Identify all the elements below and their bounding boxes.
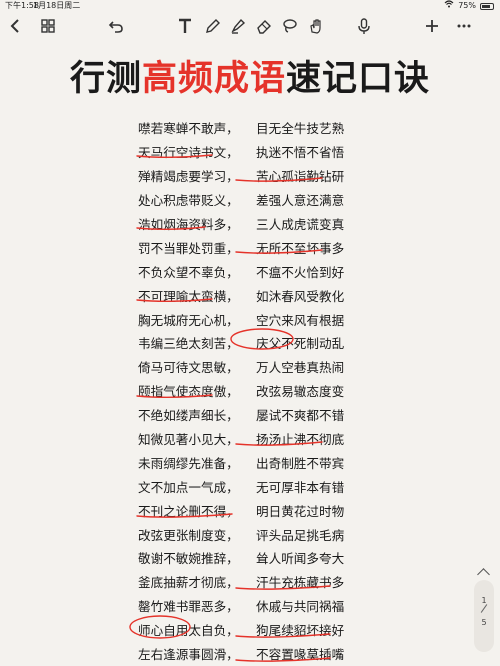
hand-icon[interactable] — [306, 16, 326, 36]
idiom-left: 噤若寒蝉不敢声， — [138, 121, 239, 137]
page-grid-icon[interactable] — [38, 16, 58, 36]
idiom-right: 无可厚非本有错 — [256, 479, 345, 495]
page-total: 5 — [481, 618, 487, 627]
idiom-left: 不负众望不辜负， — [138, 264, 239, 280]
idiom-left: 未雨绸缪先准备， — [138, 455, 239, 471]
idiom-right: 汗牛充栋藏书多 — [256, 575, 345, 591]
idiom-list: 噤若寒蝉不敢声， 目无全牛技艺熟天马行空诗书文， 执迷不悟不省悟殚精竭虑要学习， 苦心… — [138, 116, 378, 665]
idiom-right: 差强人意还满意 — [256, 193, 345, 209]
idiom-left: 左右逢源事圆滑， — [138, 647, 239, 663]
idiom-right: 改弦易辙态度变 — [256, 384, 345, 400]
idiom-row: 不绝如缕声细长， 屡试不爽都不错 — [138, 403, 378, 427]
idiom-left: 知微见著小见大， — [138, 432, 239, 448]
status-right: 75% — [444, 0, 494, 12]
idiom-right: 狗尾续貂坏接好 — [256, 623, 345, 639]
idiom-row: 知微见著小见大， 扬汤止沸不彻底 — [138, 427, 378, 451]
idiom-row: 不负众望不辜负， 不瘟不火恰到好 — [138, 259, 378, 283]
idiom-left: 韦编三绝太刻苦， — [138, 336, 239, 352]
idiom-left: 文不加点一气成， — [138, 479, 239, 495]
idiom-left: 师心自用太自负， — [138, 623, 239, 639]
idiom-left: 不刊之论删不得， — [138, 503, 239, 519]
idiom-right: 扬汤止沸不彻底 — [256, 432, 345, 448]
title-part-1: 行测 — [69, 59, 142, 99]
more-icon[interactable] — [454, 16, 474, 36]
idiom-right: 出奇制胜不带宾 — [256, 455, 345, 471]
status-bar: 下午1:58 1月18日周二 75% — [0, 0, 500, 12]
idiom-left: 天马行空诗书文， — [138, 145, 239, 161]
toolbar — [0, 12, 500, 42]
idiom-row: 颐指气使态度傲， 改弦易辙态度变 — [138, 379, 378, 403]
text-icon[interactable] — [175, 16, 195, 36]
idiom-left: 不绝如缕声细长， — [138, 408, 239, 424]
idiom-row: 文不加点一气成， 无可厚非本有错 — [138, 474, 378, 498]
idiom-row: 不可理喻太蛮横， 如沐春风受教化 — [138, 283, 378, 307]
idiom-row: 天马行空诗书文， 执迷不悟不省悟 — [138, 140, 378, 164]
battery-icon — [480, 2, 494, 10]
add-icon[interactable] — [422, 16, 442, 36]
idiom-row: 胸无城府无心机， 空穴来风有根据 — [138, 307, 378, 331]
idiom-row: 倚马可待文思敏， 万人空巷真热闹 — [138, 355, 378, 379]
status-date: 1月18日周二 — [33, 1, 81, 10]
idiom-left: 颐指气使态度傲， — [138, 384, 239, 400]
idiom-row: 改弦更张制度变， 评头品足挑毛病 — [138, 522, 378, 546]
chevron-up-icon[interactable] — [477, 568, 490, 581]
idiom-left: 处心积虑带贬义， — [138, 193, 239, 209]
microphone-icon[interactable] — [354, 16, 374, 36]
idiom-right: 三人成虎谎变真 — [256, 217, 345, 232]
idiom-right: 耸人听闻多夸大 — [256, 551, 345, 567]
title-part-2: 高频成语 — [141, 59, 286, 99]
page-title: 行测高频成语速记口诀 — [0, 50, 500, 101]
idiom-row: 敬谢不敏婉推辞， 耸人听闻多夸大 — [138, 546, 378, 570]
idiom-right: 不容置喙莫插嘴 — [256, 647, 345, 663]
page-current: 1 — [481, 596, 487, 605]
idiom-right: 评头品足挑毛病 — [256, 527, 345, 543]
idiom-left: 倚马可待文思敏， — [138, 360, 239, 376]
idiom-right: 休戚与共同祸福 — [256, 599, 345, 615]
eraser-icon[interactable] — [254, 16, 274, 36]
idiom-right: 苦心孤诣勤钻研 — [256, 169, 345, 185]
highlighter-icon[interactable] — [228, 16, 248, 36]
idiom-row: 未雨绸缪先准备， 出奇制胜不带宾 — [138, 450, 378, 474]
idiom-row: 不刊之论删不得， 明日黄花过时物 — [138, 498, 378, 522]
idiom-row: 师心自用太自负， 狗尾续貂坏接好 — [138, 618, 378, 642]
idiom-right: 万人空巷真热闹 — [256, 360, 345, 376]
idiom-row: 罚不当罪处罚重， 无所不至坏事多 — [138, 235, 378, 259]
idiom-right: 屡试不爽都不错 — [256, 408, 345, 424]
idiom-left: 改弦更张制度变， — [138, 527, 239, 543]
idiom-left: 殚精竭虑要学习， — [138, 169, 239, 185]
idiom-right: 目无全牛技艺熟 — [256, 121, 345, 137]
idiom-row: 噤若寒蝉不敢声， 目无全牛技艺熟 — [138, 116, 378, 140]
idiom-row: 釜底抽薪才彻底， 汗牛充栋藏书多 — [138, 570, 378, 594]
idiom-left: 敬谢不敏婉推辞， — [138, 551, 239, 567]
battery-percent: 75% — [458, 1, 476, 10]
wifi-icon — [444, 0, 454, 12]
lasso-icon[interactable] — [280, 16, 300, 36]
idiom-row: 韦编三绝太刻苦， 庆父不死制动乱 — [138, 331, 378, 355]
idiom-right: 执迷不悟不省悟 — [256, 145, 345, 161]
page-divider — [480, 604, 488, 613]
idiom-row: 左右逢源事圆滑， 不容置喙莫插嘴 — [138, 642, 378, 666]
title-part-3: 速记口诀 — [286, 59, 431, 99]
idiom-left: 不可理喻太蛮横， — [138, 288, 239, 304]
undo-icon[interactable] — [106, 16, 126, 36]
back-icon[interactable] — [6, 16, 26, 36]
idiom-row: 浩如烟海资料多， 三人成虎谎变真 — [138, 212, 378, 236]
idiom-right: 无所不至坏事多 — [256, 240, 345, 256]
idiom-left: 胸无城府无心机， — [138, 312, 239, 328]
idiom-right: 如沐春风受教化 — [256, 288, 345, 304]
idiom-row: 殚精竭虑要学习， 苦心孤诣勤钻研 — [138, 164, 378, 188]
idiom-left: 釜底抽薪才彻底， — [138, 575, 239, 591]
idiom-row: 处心积虑带贬义， 差强人意还满意 — [138, 188, 378, 212]
idiom-right: 空穴来风有根据 — [256, 312, 345, 328]
idiom-right: 庆父不死制动乱 — [256, 336, 345, 352]
idiom-left: 罄竹难书罪恶多， — [138, 599, 239, 615]
idiom-row: 罄竹难书罪恶多， 休戚与共同祸福 — [138, 594, 378, 618]
pen-icon[interactable] — [203, 16, 223, 36]
idiom-right: 不瘟不火恰到好 — [256, 264, 345, 280]
idiom-left: 浩如烟海资料多， — [138, 217, 239, 232]
idiom-right: 明日黄花过时物 — [256, 503, 345, 519]
page-indicator[interactable]: 1 5 — [474, 580, 494, 652]
idiom-left: 罚不当罪处罚重， — [138, 240, 239, 256]
